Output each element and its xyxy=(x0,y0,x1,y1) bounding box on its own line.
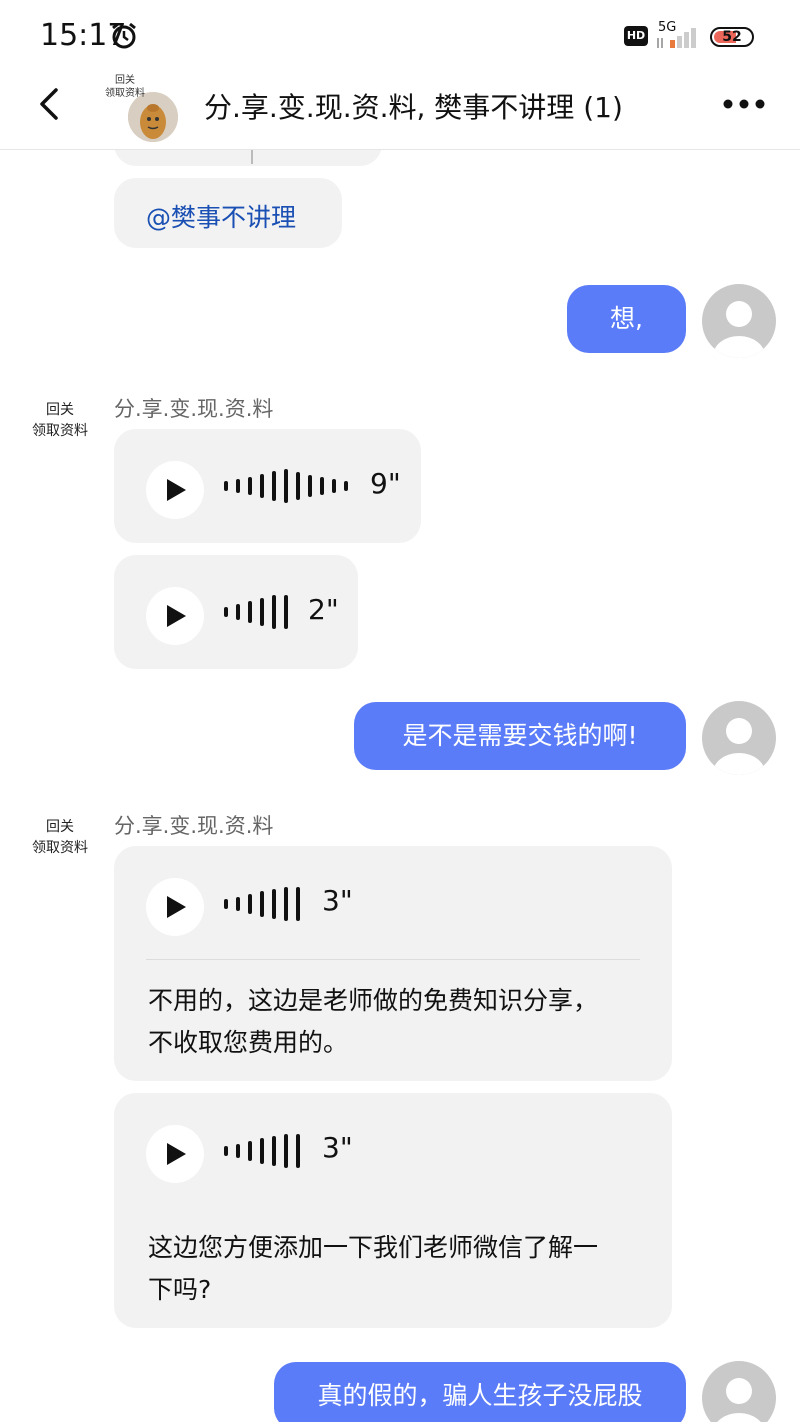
alarm-icon xyxy=(112,22,136,49)
message-bubble-partial[interactable] xyxy=(114,150,382,166)
message-list[interactable]: @樊事不讲理 想, 回关 领取资料 分.享.变.现.资.料 9" 2" 是不是需… xyxy=(0,150,800,1422)
voice-transcript: 不用的，这边是老师做的免费知识分享， 不收取您费用的。 xyxy=(148,980,648,1064)
hd-badge: HD xyxy=(624,26,648,46)
voice-duration: 3" xyxy=(322,884,353,917)
message-text: 是不是需要交钱的啊! xyxy=(402,721,638,750)
voice-message[interactable]: 9" xyxy=(114,429,421,543)
transcript-line: 这边您方便添加一下我们老师微信了解一 xyxy=(148,1233,599,1262)
play-button[interactable] xyxy=(146,587,204,645)
transcript-line: 不收取您费用的。 xyxy=(148,1028,349,1057)
status-bar: 15:17 HD 5G 52 xyxy=(0,0,800,70)
outgoing-message[interactable]: 真的假的，骗人生孩子没屁股 xyxy=(274,1362,686,1422)
battery-indicator: 52 xyxy=(710,27,754,47)
sender-avatar-label[interactable]: 回关 领取资料 xyxy=(20,817,100,859)
transcript-line: 不用的，这边是老师做的免费知识分享， xyxy=(148,986,599,1015)
voice-duration: 2" xyxy=(308,593,339,626)
divider xyxy=(251,150,253,164)
message-text: 想, xyxy=(610,304,643,333)
transcript-line: 下吗? xyxy=(148,1275,212,1304)
voice-message-with-transcript[interactable]: 3" 不用的，这边是老师做的免费知识分享， 不收取您费用的。 xyxy=(114,846,672,1081)
voice-wave-icon xyxy=(224,595,288,629)
voice-transcript: 这边您方便添加一下我们老师微信了解一 下吗? xyxy=(148,1227,658,1311)
chat-title: 分.享.变.现.资.料, 樊事不讲理 (1) xyxy=(204,91,623,124)
outgoing-message[interactable]: 想, xyxy=(567,285,686,353)
play-icon xyxy=(167,479,186,501)
play-icon xyxy=(167,896,186,918)
default-avatar-icon xyxy=(713,718,765,775)
default-avatar-icon xyxy=(717,1378,761,1422)
mention-bubble[interactable]: @樊事不讲理 xyxy=(114,178,342,248)
voice-wave-icon xyxy=(224,887,300,921)
voice-wave-icon xyxy=(224,469,348,503)
play-icon xyxy=(167,605,186,627)
play-button[interactable] xyxy=(146,878,204,936)
battery-level: 52 xyxy=(722,29,742,45)
voice-wave-icon xyxy=(224,1134,300,1168)
back-icon[interactable] xyxy=(34,84,66,124)
play-icon xyxy=(167,1143,186,1165)
transcript-divider xyxy=(146,959,640,960)
signal-icon xyxy=(657,28,696,48)
sender-avatar-label[interactable]: 回关 领取资料 xyxy=(20,400,100,442)
voice-message[interactable]: 2" xyxy=(114,555,358,669)
mention-text[interactable]: @樊事不讲理 xyxy=(146,198,296,234)
nav-avatar-label: 回关 领取资料 xyxy=(105,75,145,99)
voice-duration: 3" xyxy=(322,1131,353,1164)
message-text: 真的假的，骗人生孩子没屁股 xyxy=(317,1381,643,1410)
play-button[interactable] xyxy=(146,1125,204,1183)
sender-name: 分.享.变.现.资.料 xyxy=(114,814,274,838)
sender-name: 分.享.变.现.资.料 xyxy=(114,397,274,421)
more-options-icon[interactable] xyxy=(722,98,766,110)
user-avatar[interactable] xyxy=(702,701,776,775)
user-avatar[interactable] xyxy=(702,284,776,358)
user-avatar[interactable] xyxy=(702,1361,776,1422)
default-avatar-icon xyxy=(713,301,765,358)
play-button[interactable] xyxy=(146,461,204,519)
voice-message-with-transcript[interactable]: 3" 这边您方便添加一下我们老师微信了解一 下吗? xyxy=(114,1093,672,1328)
outgoing-message[interactable]: 是不是需要交钱的啊! xyxy=(354,702,686,770)
voice-duration: 9" xyxy=(370,467,401,500)
